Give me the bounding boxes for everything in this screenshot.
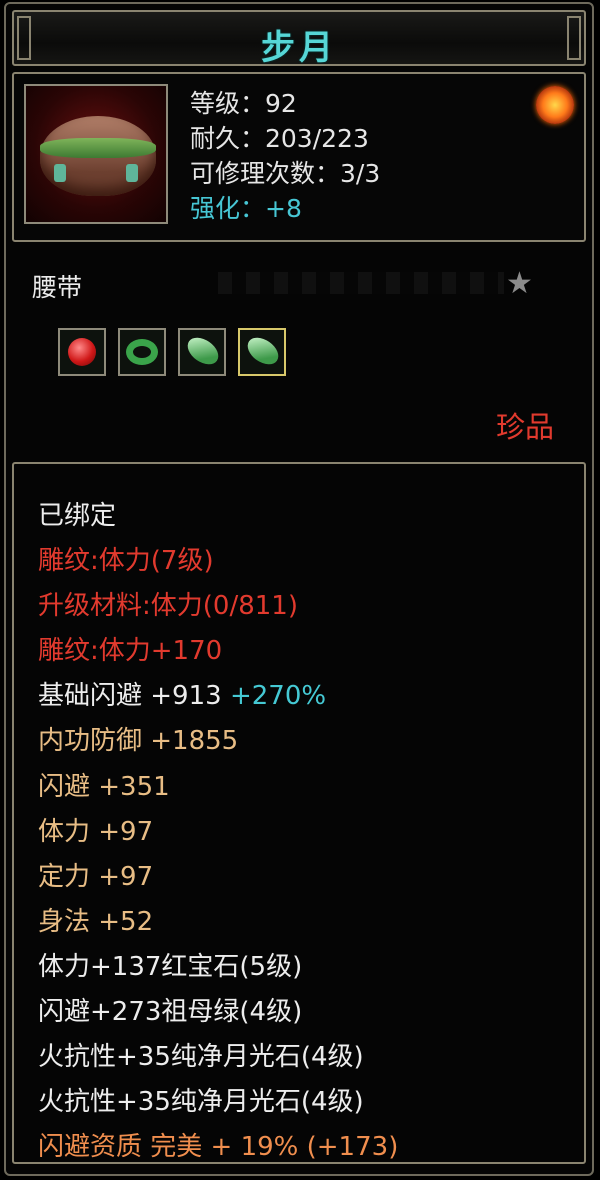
star-icon: ★ (506, 266, 533, 301)
dodge-quality-line: 闪避资质 完美 + 19% (+173) (38, 1132, 399, 1163)
item-repair-count: 可修理次数：3/3 (190, 159, 381, 188)
gem-slot-ruby[interactable] (58, 328, 106, 376)
gem-bonus-2: 闪避+273祖母绿(4级) (38, 997, 303, 1028)
base-dodge-line: 基础闪避 +913 +270% (38, 674, 398, 719)
gem-slot-moonstone[interactable] (178, 328, 226, 376)
dodge-line: 闪避 +351 (38, 771, 170, 802)
attributes-box: 已绑定 雕纹:体力(7级) 升级材料:体力(0/811) 雕纹:体力+170 基… (12, 462, 586, 1164)
item-level: 等级：92 (190, 89, 297, 118)
base-dodge-value: 基础闪避 +913 (38, 681, 222, 712)
engrave-line: 雕纹:体力(7级) (38, 546, 214, 577)
item-name: 步月 (261, 28, 337, 68)
item-durability: 耐久：203/223 (190, 124, 369, 153)
focus-line: 定力 +97 (38, 861, 154, 892)
title-bar: 步月 (12, 10, 586, 68)
agility-line: 身法 +52 (38, 906, 154, 937)
gem-slot-moonstone-2[interactable] (238, 328, 286, 376)
item-enhance-level: 强化：+8 (190, 194, 302, 223)
item-rarity: 珍品 (495, 410, 554, 444)
dragon-emblem-icon (536, 86, 574, 124)
belt-item-icon (24, 84, 168, 224)
attribute-list: 已绑定 雕纹:体力(7级) 升级材料:体力(0/811) 雕纹:体力+170 基… (38, 494, 398, 1170)
gem-bonus-4: 火抗性+35纯净月光石(4级) (38, 1087, 364, 1118)
item-info-box: 等级：92 耐久：203/223 可修理次数：3/3 强化：+8 (12, 72, 586, 242)
star-rating-track (218, 272, 504, 294)
item-type-label: 腰带 (32, 273, 83, 302)
base-dodge-percent: +270% (229, 681, 327, 712)
stamina-line: 体力 +97 (38, 816, 154, 847)
inner-defense-line: 内功防御 +1855 (38, 726, 239, 757)
engrave-bonus-line: 雕纹:体力+170 (38, 636, 223, 667)
gem-bonus-3: 火抗性+35纯净月光石(4级) (38, 1042, 364, 1073)
item-stats: 等级：92 耐久：203/223 可修理次数：3/3 强化：+8 (190, 86, 380, 226)
bound-status: 已绑定 (38, 501, 117, 531)
upgrade-material-line: 升级材料:体力(0/811) (38, 591, 298, 622)
gem-slots (58, 328, 286, 376)
gem-bonus-1: 体力+137红宝石(5级) (38, 951, 303, 982)
gem-slot-emerald[interactable] (118, 328, 166, 376)
